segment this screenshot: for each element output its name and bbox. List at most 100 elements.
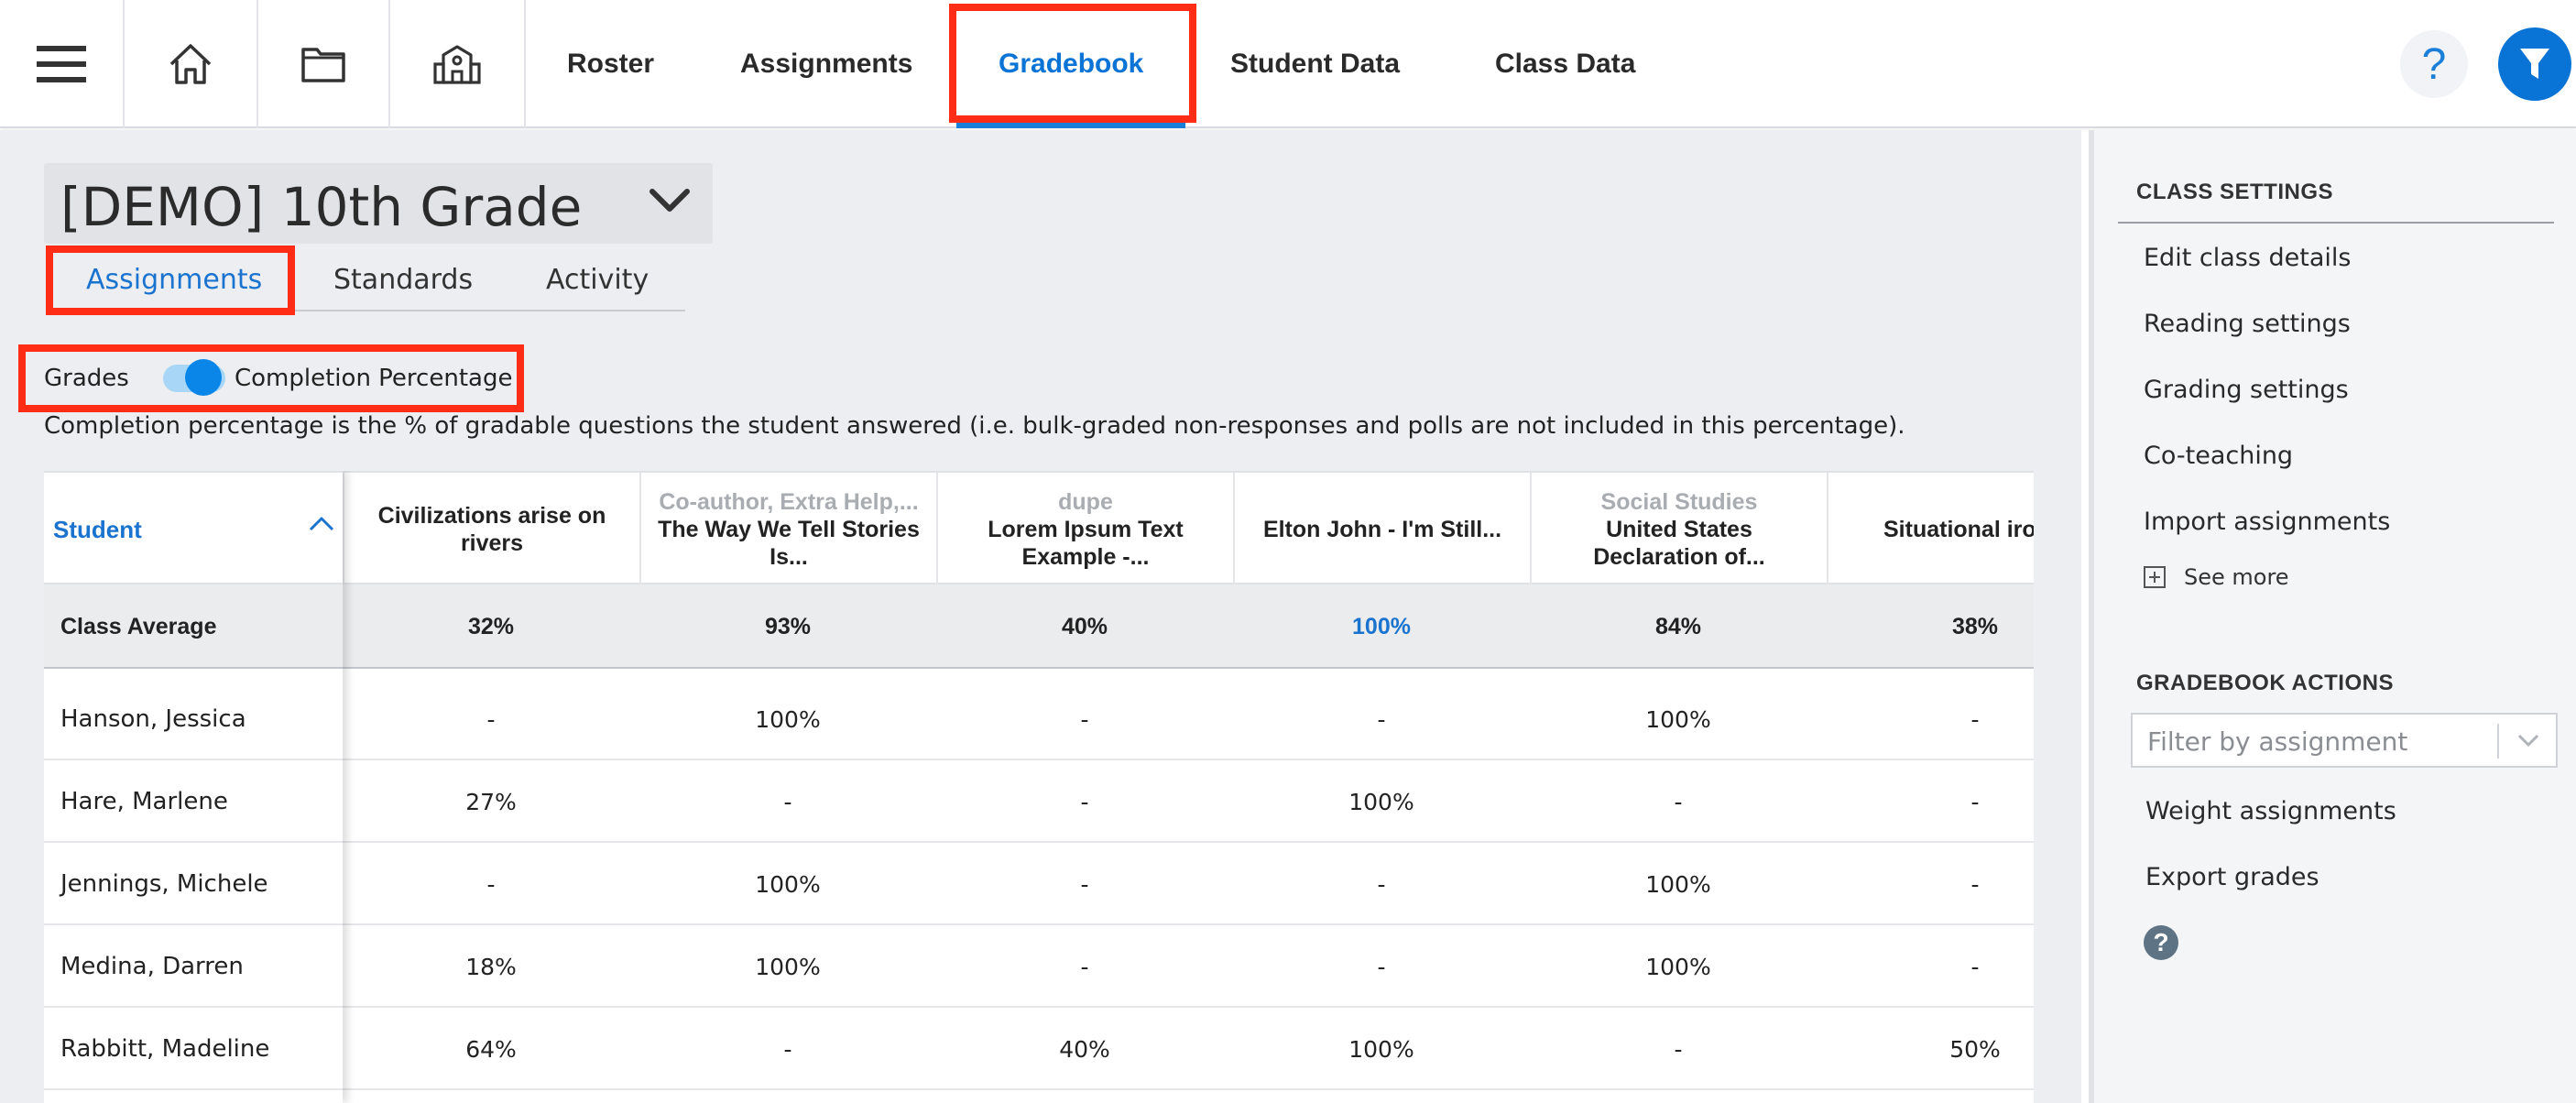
score-cell[interactable]: -: [1530, 760, 1827, 843]
score-cell[interactable]: -: [639, 760, 936, 843]
tab-standards[interactable]: Standards: [333, 247, 473, 311]
score-cell[interactable]: -: [936, 760, 1233, 843]
score-cell[interactable]: -: [1233, 925, 1530, 1008]
help-circle-icon[interactable]: ?: [2144, 925, 2178, 960]
score-cell[interactable]: -: [639, 1008, 936, 1090]
score-cell[interactable]: -: [1233, 843, 1530, 925]
menu-button[interactable]: [0, 0, 125, 128]
score-cell[interactable]: -: [1827, 843, 2034, 925]
grade-mode-toggle: Grades Completion Percentage: [24, 350, 524, 407]
table-row: Jennings, Michele - 100% - - 100% -: [44, 843, 2034, 925]
plus-box-icon: [2144, 566, 2166, 588]
main-content: [DEMO] 10th Grade Assignments Standards …: [0, 130, 2081, 1103]
assignment-name: Civilizations arise on rivers: [377, 503, 606, 556]
assignment-column-header[interactable]: Civilizations arise on rivers: [343, 473, 639, 586]
see-more-button[interactable]: See more: [2144, 564, 2289, 590]
score-cell[interactable]: -: [1827, 760, 2034, 843]
assignment-column-header[interactable]: dupe Lorem Ipsum Text Example -...: [936, 473, 1233, 586]
class-average-link[interactable]: 100%: [1233, 584, 1530, 669]
class-average-value: 93%: [764, 613, 812, 639]
filter-by-assignment-select[interactable]: [2131, 713, 2558, 768]
school-icon: [433, 45, 481, 84]
toggle-switch[interactable]: [185, 359, 222, 396]
table-row: Rabbitt, Madeline 64% - 40% 100% - 50%: [44, 1008, 2034, 1090]
assignment-column-header[interactable]: Social Studies United States Declaration…: [1530, 473, 1827, 586]
help-question-icon: ?: [2421, 39, 2447, 89]
nav-class-data[interactable]: Class Data: [1495, 0, 1635, 128]
table-row: Hanson, Jessica - 100% - - 100% -: [44, 678, 2034, 760]
completion-description: Completion percentage is the % of gradab…: [44, 412, 1905, 440]
class-average-value: 40%: [1061, 613, 1108, 639]
score-cell[interactable]: 100%: [639, 843, 936, 925]
table-row: Hare, Marlene 27% - - 100% - -: [44, 760, 2034, 843]
score-cell[interactable]: -: [343, 843, 639, 925]
reading-settings-link[interactable]: Reading settings: [2144, 310, 2351, 338]
export-grades-link[interactable]: Export grades: [2145, 863, 2319, 891]
score-cell[interactable]: 100%: [639, 678, 936, 760]
table-header-row: Student Civilizations arise on rivers Co…: [44, 471, 2034, 586]
student-name[interactable]: Hanson, Jessica: [60, 678, 246, 760]
table-gutter: [2034, 471, 2081, 1103]
score-cell[interactable]: -: [936, 925, 1233, 1008]
assignment-column-header[interactable]: Elton John - I'm Still...: [1233, 473, 1530, 586]
score-cell[interactable]: -: [1530, 1008, 1827, 1090]
toggle-completion-label: Completion Percentage: [235, 365, 513, 392]
score-cell[interactable]: 18%: [343, 925, 639, 1008]
score-cell[interactable]: -: [1827, 678, 2034, 760]
student-name[interactable]: Jennings, Michele: [60, 843, 268, 925]
score-cell[interactable]: 100%: [1233, 760, 1530, 843]
student-name[interactable]: Rabbitt, Madeline: [60, 1008, 269, 1090]
library-button[interactable]: [258, 0, 390, 128]
weight-assignments-link[interactable]: Weight assignments: [2145, 797, 2396, 825]
edit-class-details-link[interactable]: Edit class details: [2144, 244, 2351, 272]
tab-assignments[interactable]: Assignments: [86, 247, 262, 311]
tab-activity[interactable]: Activity: [546, 247, 649, 311]
assignment-name: Situational iro The...: [1883, 517, 2034, 542]
filter-button[interactable]: [2498, 27, 2571, 101]
student-column-header[interactable]: Student: [44, 473, 343, 586]
assignment-name: The Way We Tell Stories Is...: [658, 517, 920, 570]
assignment-category: Co-author, Extra Help,...: [659, 489, 919, 515]
filter-input[interactable]: [2147, 724, 2477, 759]
home-button[interactable]: [125, 0, 258, 128]
assignment-column-header[interactable]: Situational iro The...: [1827, 473, 2034, 586]
school-button[interactable]: [390, 0, 526, 128]
class-settings-divider: [2118, 222, 2554, 224]
score-cell[interactable]: -: [936, 843, 1233, 925]
class-selector[interactable]: [DEMO] 10th Grade: [44, 163, 713, 244]
top-navigation: Roster Assignments Gradebook Student Dat…: [0, 0, 2576, 128]
score-cell[interactable]: 100%: [1530, 678, 1827, 760]
score-cell[interactable]: 64%: [343, 1008, 639, 1090]
score-cell[interactable]: 100%: [639, 925, 936, 1008]
score-cell[interactable]: 100%: [1233, 1008, 1530, 1090]
score-cell[interactable]: 100%: [1530, 843, 1827, 925]
assignment-category: dupe: [1058, 489, 1113, 515]
table-row: Medina, Darren 18% 100% - - 100% -: [44, 925, 2034, 1008]
gradebook-table: Student Civilizations arise on rivers Co…: [44, 471, 2034, 1103]
assignment-column-header[interactable]: Co-author, Extra Help,... The Way We Tel…: [639, 473, 936, 586]
score-cell[interactable]: 27%: [343, 760, 639, 843]
co-teaching-link[interactable]: Co-teaching: [2144, 442, 2293, 470]
folder-icon: [301, 48, 345, 82]
grading-settings-link[interactable]: Grading settings: [2144, 376, 2349, 404]
funnel-icon: [2520, 49, 2549, 79]
score-cell[interactable]: 40%: [936, 1008, 1233, 1090]
chevron-down-icon[interactable]: [2516, 731, 2541, 749]
score-cell[interactable]: -: [343, 678, 639, 760]
score-cell[interactable]: 100%: [1530, 925, 1827, 1008]
score-cell[interactable]: -: [1827, 925, 2034, 1008]
score-cell[interactable]: 50%: [1827, 1008, 2034, 1090]
nav-student-data[interactable]: Student Data: [1230, 0, 1400, 128]
see-more-label: See more: [2184, 564, 2289, 590]
score-cell[interactable]: -: [936, 678, 1233, 760]
home-icon: [169, 44, 212, 84]
help-button[interactable]: ?: [2400, 30, 2468, 98]
nav-assignments[interactable]: Assignments: [740, 0, 912, 128]
nav-roster[interactable]: Roster: [567, 0, 654, 128]
import-assignments-link[interactable]: Import assignments: [2144, 508, 2390, 536]
assignment-name: United States Declaration of...: [1593, 517, 1765, 570]
score-cell[interactable]: -: [1233, 678, 1530, 760]
nav-gradebook[interactable]: Gradebook: [955, 0, 1186, 128]
student-name[interactable]: Medina, Darren: [60, 925, 244, 1008]
student-name[interactable]: Hare, Marlene: [60, 760, 228, 843]
